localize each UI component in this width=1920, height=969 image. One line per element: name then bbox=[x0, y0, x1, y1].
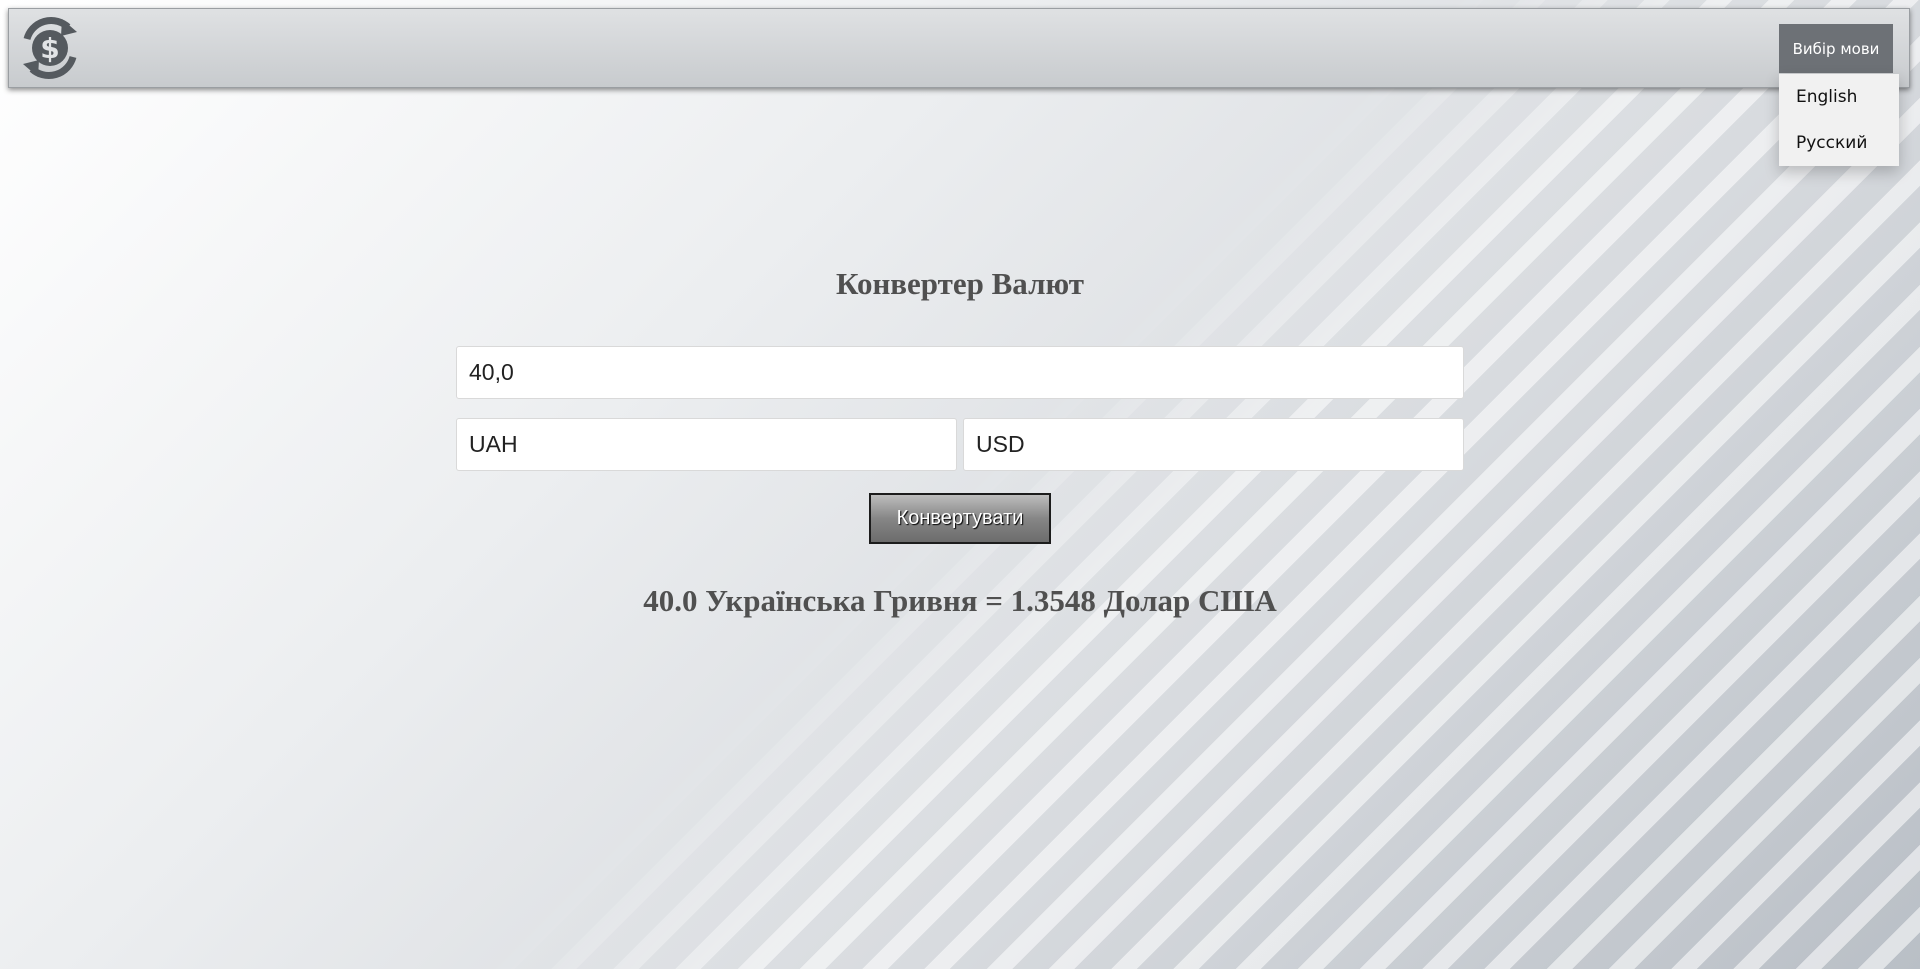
amount-input[interactable] bbox=[456, 346, 1464, 399]
language-option-english[interactable]: English bbox=[1779, 74, 1899, 120]
language-option-russian[interactable]: Русский bbox=[1779, 120, 1899, 166]
svg-text:$: $ bbox=[40, 32, 59, 65]
background-stripes bbox=[0, 0, 1920, 969]
conversion-result: 40.0 Українська Гривня = 1.3548 Долар СШ… bbox=[643, 583, 1277, 618]
navbar: $ Вибір мови bbox=[8, 8, 1910, 88]
from-currency-input[interactable] bbox=[456, 418, 957, 471]
page-title: Конвертер Валют bbox=[836, 266, 1084, 301]
language-dropdown-menu: English Русский bbox=[1779, 74, 1899, 166]
to-currency-input[interactable] bbox=[963, 418, 1464, 471]
convert-button[interactable]: Конвертувати bbox=[869, 493, 1051, 544]
language-select-button[interactable]: Вибір мови bbox=[1779, 24, 1893, 73]
dollar-exchange-icon[interactable]: $ bbox=[17, 15, 83, 81]
